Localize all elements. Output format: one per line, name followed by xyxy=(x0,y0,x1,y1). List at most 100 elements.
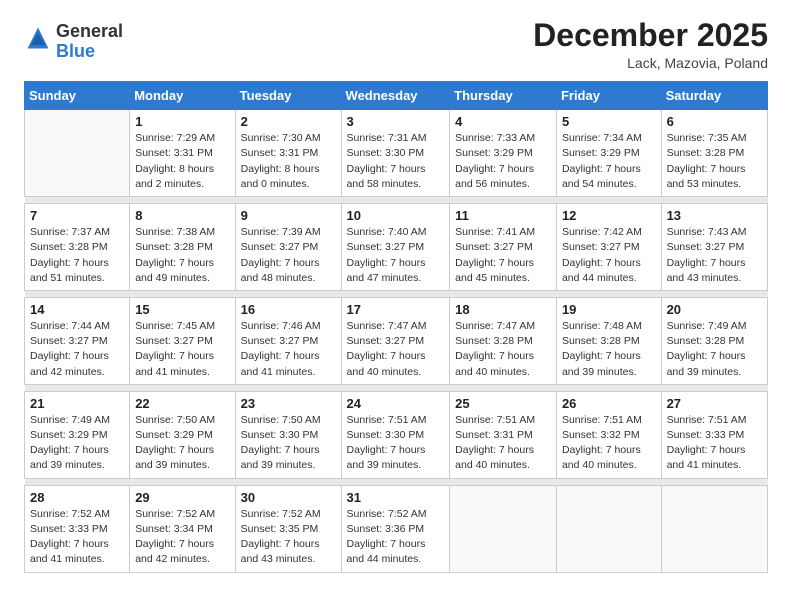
day-detail: Sunrise: 7:35 AMSunset: 3:28 PMDaylight:… xyxy=(667,131,762,192)
week-row-3: 14 Sunrise: 7:44 AMSunset: 3:27 PMDayligh… xyxy=(25,297,768,384)
day-number: 23 xyxy=(241,396,336,411)
day-cell: 24Sunrise: 7:51 AMSunset: 3:30 PMDayligh… xyxy=(341,391,450,478)
day-cell: 1Sunrise: 7:29 AMSunset: 3:31 PMDaylight… xyxy=(130,110,235,197)
day-cell: 9Sunrise: 7:39 AMSunset: 3:27 PMDaylight… xyxy=(235,204,341,291)
day-number: 29 xyxy=(135,490,229,505)
day-cell: 17Sunrise: 7:47 AMSunset: 3:27 PMDayligh… xyxy=(341,297,450,384)
logo-general: General xyxy=(56,22,123,42)
month-title: December 2025 xyxy=(533,18,768,53)
day-detail: Sunrise: 7:46 AMSunset: 3:27 PMDaylight:… xyxy=(241,319,336,380)
day-detail: Sunrise: 7:45 AMSunset: 3:27 PMDaylight:… xyxy=(135,319,229,380)
day-cell: 19 Sunrise: 7:48 AMSunset: 3:28 PMDayligh… xyxy=(556,297,661,384)
day-cell xyxy=(661,485,767,572)
title-block: December 2025 Lack, Mazovia, Poland xyxy=(533,18,768,71)
day-detail: Sunrise: 7:44 AMSunset: 3:27 PMDaylight:… xyxy=(30,319,124,380)
day-number: 19 xyxy=(562,302,656,317)
day-detail: Sunrise: 7:52 AMSunset: 3:36 PMDaylight:… xyxy=(347,507,445,568)
day-number: 14 xyxy=(30,302,124,317)
day-cell: 10 Sunrise: 7:40 AMSunset: 3:27 PMDayligh… xyxy=(341,204,450,291)
day-number: 12 xyxy=(562,208,656,223)
day-detail: Sunrise: 7:50 AMSunset: 3:29 PMDaylight:… xyxy=(135,413,229,474)
day-cell: 31 Sunrise: 7:52 AMSunset: 3:36 PMDayligh… xyxy=(341,485,450,572)
week-divider xyxy=(25,290,768,297)
day-number: 10 xyxy=(347,208,445,223)
col-header-wednesday: Wednesday xyxy=(341,82,450,110)
day-number: 17 xyxy=(347,302,445,317)
day-cell: 22 Sunrise: 7:50 AMSunset: 3:29 PMDayligh… xyxy=(130,391,235,478)
day-number: 16 xyxy=(241,302,336,317)
col-header-tuesday: Tuesday xyxy=(235,82,341,110)
week-row-2: 7 Sunrise: 7:37 AMSunset: 3:28 PMDaylight… xyxy=(25,204,768,291)
day-number: 30 xyxy=(241,490,336,505)
day-number: 1 xyxy=(135,114,229,129)
day-number: 24 xyxy=(347,396,445,411)
day-cell xyxy=(450,485,557,572)
day-cell: 13 Sunrise: 7:43 AMSunset: 3:27 PMDayligh… xyxy=(661,204,767,291)
day-number: 8 xyxy=(135,208,229,223)
day-number: 22 xyxy=(135,396,229,411)
day-number: 13 xyxy=(667,208,762,223)
day-detail: Sunrise: 7:37 AMSunset: 3:28 PMDaylight:… xyxy=(30,225,124,286)
day-cell: 28 Sunrise: 7:52 AMSunset: 3:33 PMDayligh… xyxy=(25,485,130,572)
location: Lack, Mazovia, Poland xyxy=(533,55,768,71)
day-cell: 23Sunrise: 7:50 AMSunset: 3:30 PMDayligh… xyxy=(235,391,341,478)
day-number: 21 xyxy=(30,396,124,411)
day-detail: Sunrise: 7:48 AMSunset: 3:28 PMDaylight:… xyxy=(562,319,656,380)
logo-text: General Blue xyxy=(56,22,123,62)
day-detail: Sunrise: 7:31 AMSunset: 3:30 PMDaylight:… xyxy=(347,131,445,192)
day-cell: 16 Sunrise: 7:46 AMSunset: 3:27 PMDayligh… xyxy=(235,297,341,384)
day-number: 25 xyxy=(455,396,551,411)
day-number: 20 xyxy=(667,302,762,317)
week-row-4: 21Sunrise: 7:49 AMSunset: 3:29 PMDayligh… xyxy=(25,391,768,478)
day-detail: Sunrise: 7:51 AMSunset: 3:31 PMDaylight:… xyxy=(455,413,551,474)
page: General Blue December 2025 Lack, Mazovia… xyxy=(0,0,792,612)
col-header-sunday: Sunday xyxy=(25,82,130,110)
day-cell: 25 Sunrise: 7:51 AMSunset: 3:31 PMDayligh… xyxy=(450,391,557,478)
logo: General Blue xyxy=(24,22,123,62)
day-cell: 15Sunrise: 7:45 AMSunset: 3:27 PMDayligh… xyxy=(130,297,235,384)
day-detail: Sunrise: 7:49 AMSunset: 3:28 PMDaylight:… xyxy=(667,319,762,380)
col-header-friday: Friday xyxy=(556,82,661,110)
day-number: 11 xyxy=(455,208,551,223)
day-cell: 2Sunrise: 7:30 AMSunset: 3:31 PMDaylight… xyxy=(235,110,341,197)
header-row: SundayMondayTuesdayWednesdayThursdayFrid… xyxy=(25,82,768,110)
day-detail: Sunrise: 7:51 AMSunset: 3:33 PMDaylight:… xyxy=(667,413,762,474)
day-cell: 8 Sunrise: 7:38 AMSunset: 3:28 PMDaylight… xyxy=(130,204,235,291)
week-row-5: 28 Sunrise: 7:52 AMSunset: 3:33 PMDayligh… xyxy=(25,485,768,572)
day-number: 5 xyxy=(562,114,656,129)
day-number: 31 xyxy=(347,490,445,505)
day-cell: 4 Sunrise: 7:33 AMSunset: 3:29 PMDaylight… xyxy=(450,110,557,197)
day-detail: Sunrise: 7:52 AMSunset: 3:34 PMDaylight:… xyxy=(135,507,229,568)
day-cell: 18Sunrise: 7:47 AMSunset: 3:28 PMDayligh… xyxy=(450,297,557,384)
day-number: 6 xyxy=(667,114,762,129)
calendar-table: SundayMondayTuesdayWednesdayThursdayFrid… xyxy=(24,81,768,572)
day-cell: 30Sunrise: 7:52 AMSunset: 3:35 PMDayligh… xyxy=(235,485,341,572)
day-detail: Sunrise: 7:33 AMSunset: 3:29 PMDaylight:… xyxy=(455,131,551,192)
header: General Blue December 2025 Lack, Mazovia… xyxy=(24,18,768,71)
week-row-1: 1Sunrise: 7:29 AMSunset: 3:31 PMDaylight… xyxy=(25,110,768,197)
day-cell xyxy=(556,485,661,572)
day-cell xyxy=(25,110,130,197)
day-cell: 26Sunrise: 7:51 AMSunset: 3:32 PMDayligh… xyxy=(556,391,661,478)
day-cell: 29 Sunrise: 7:52 AMSunset: 3:34 PMDayligh… xyxy=(130,485,235,572)
day-cell: 21Sunrise: 7:49 AMSunset: 3:29 PMDayligh… xyxy=(25,391,130,478)
day-detail: Sunrise: 7:47 AMSunset: 3:28 PMDaylight:… xyxy=(455,319,551,380)
day-cell: 6 Sunrise: 7:35 AMSunset: 3:28 PMDaylight… xyxy=(661,110,767,197)
day-cell: 12Sunrise: 7:42 AMSunset: 3:27 PMDayligh… xyxy=(556,204,661,291)
day-number: 2 xyxy=(241,114,336,129)
day-cell: 27 Sunrise: 7:51 AMSunset: 3:33 PMDayligh… xyxy=(661,391,767,478)
day-detail: Sunrise: 7:41 AMSunset: 3:27 PMDaylight:… xyxy=(455,225,551,286)
day-number: 7 xyxy=(30,208,124,223)
day-detail: Sunrise: 7:38 AMSunset: 3:28 PMDaylight:… xyxy=(135,225,229,286)
day-number: 26 xyxy=(562,396,656,411)
day-number: 4 xyxy=(455,114,551,129)
day-number: 28 xyxy=(30,490,124,505)
col-header-thursday: Thursday xyxy=(450,82,557,110)
day-detail: Sunrise: 7:52 AMSunset: 3:33 PMDaylight:… xyxy=(30,507,124,568)
day-detail: Sunrise: 7:43 AMSunset: 3:27 PMDaylight:… xyxy=(667,225,762,286)
day-number: 27 xyxy=(667,396,762,411)
day-cell: 5Sunrise: 7:34 AMSunset: 3:29 PMDaylight… xyxy=(556,110,661,197)
day-detail: Sunrise: 7:39 AMSunset: 3:27 PMDaylight:… xyxy=(241,225,336,286)
day-detail: Sunrise: 7:40 AMSunset: 3:27 PMDaylight:… xyxy=(347,225,445,286)
col-header-saturday: Saturday xyxy=(661,82,767,110)
